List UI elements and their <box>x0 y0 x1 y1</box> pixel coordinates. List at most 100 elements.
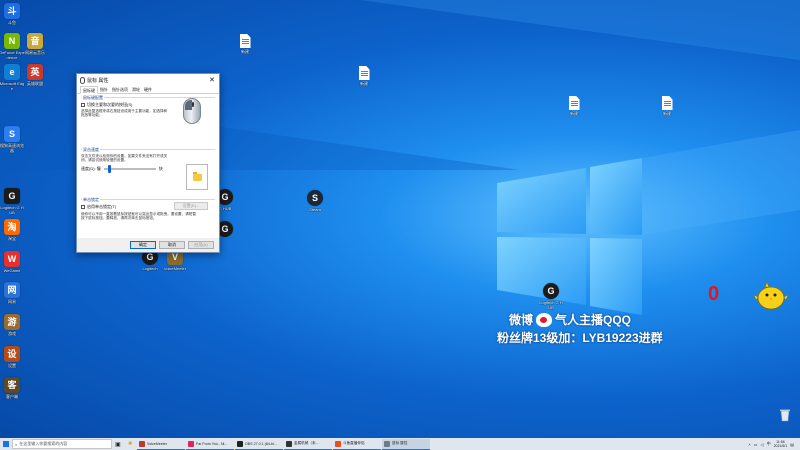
taskbar-app[interactable]: 金属机械（未... <box>284 439 332 450</box>
taskbar-app-label: 斗鱼直播伴侣 <box>343 441 365 445</box>
spreadsheet-file-icon <box>358 66 370 80</box>
taskbar: ⌕ 在这里输入你要搜索的内容 ▣ ■ VoiceMeeter Far From Y… <box>0 438 800 450</box>
recycle-bin-icon[interactable] <box>779 408 791 422</box>
logo-pane-tr <box>590 158 642 235</box>
app-b-icon: 英 <box>27 64 43 80</box>
desktop-file-3[interactable]: 新建 <box>561 96 587 116</box>
folder-icon <box>192 171 202 181</box>
tab-pointer-options[interactable]: 指针选项 <box>110 86 130 93</box>
dialog-titlebar[interactable]: 鼠标 属性 ✕ <box>77 74 219 86</box>
notification-icon[interactable]: ▤ <box>790 442 794 447</box>
weibo-label: 微博 <box>509 313 534 327</box>
taskbar-app[interactable]: OBS 27.0.1 (64-bi... <box>235 439 283 450</box>
desktop-icon-label: WeGame <box>3 268 21 273</box>
dialog-title: 鼠标 属性 <box>87 77 109 84</box>
game3-icon: 客 <box>4 377 20 393</box>
spreadsheet-file-icon <box>239 34 251 48</box>
logitech-icon: G <box>543 283 559 299</box>
taskbar-app-label: Far From You - Ni... <box>196 441 228 446</box>
taskbar-app[interactable]: Far From You - Ni... <box>186 439 234 450</box>
taskbar-app[interactable]: VoiceMeeter <box>137 439 185 450</box>
desktop-icon-sogou[interactable]: S 搜狗高速浏览器 <box>0 126 25 153</box>
taskbar-app-label: OBS 27.0.1 (64-bi... <box>245 441 277 446</box>
cancel-button[interactable]: 取消 <box>159 241 185 249</box>
counter-overlay: 0 <box>708 283 720 305</box>
task-view-icon[interactable]: ▣ <box>112 438 124 450</box>
desktop-icon-game2[interactable]: 设设置 <box>0 346 25 368</box>
desktop-icon-netbar[interactable]: 网网易 <box>0 282 25 304</box>
doudian-icon: 斗 <box>4 3 20 19</box>
tab-buttons[interactable]: 鼠标键 <box>80 86 98 94</box>
game2-icon: 设 <box>4 346 20 362</box>
double-click-desc: 双击文件夹以检测你的设置。如果文件夹没有打开或关闭，请尝试使用较慢的设置。 <box>81 154 168 163</box>
taskbar-app[interactable]: 斗鱼直播伴侣 <box>333 439 381 450</box>
chevron-up-icon[interactable]: ˄ <box>748 442 750 447</box>
tab-hardware[interactable]: 硬件 <box>142 86 154 93</box>
mouse-properties-dialog[interactable]: 鼠标 属性 ✕ 鼠标键 指针 指针选项 滑轮 硬件 鼠标键配置 切换主要和次要的… <box>76 73 220 253</box>
dialog-footer: 确定 取消 应用(A) <box>77 238 219 252</box>
click-lock-group: 单击锁定 启用单击锁定(T) 设置(E)... 使你可以不用一直按着鼠标按钮就可… <box>81 197 215 239</box>
taskbar-app[interactable]: 鼠标 属性 <box>382 438 430 450</box>
desktop-icon-steam[interactable]: S Steam <box>302 190 328 212</box>
spreadsheet-file-icon <box>568 96 580 110</box>
desktop-icon-app-a[interactable]: 音网易云音乐 <box>22 33 48 55</box>
desktop-icon-label: 客户端 <box>6 394 18 399</box>
click-lock-settings-button[interactable]: 设置(E)... <box>174 202 208 210</box>
taskbar-app-label: 金属机械（未... <box>294 441 319 445</box>
desktop-icon-game3[interactable]: 客客户端 <box>0 377 25 399</box>
file-explorer-icon[interactable]: ■ <box>124 438 136 450</box>
switch-buttons-checkbox[interactable] <box>81 102 85 107</box>
close-button[interactable]: ✕ <box>205 76 219 84</box>
desktop-icon-label: 搜狗高速浏览器 <box>0 143 24 153</box>
weibo-logo-icon <box>536 312 553 327</box>
speed-fast-label: 快 <box>158 165 163 171</box>
app-icon <box>286 440 292 447</box>
desktop-icon-wegame[interactable]: W WeGame <box>0 251 25 273</box>
taskbar-search[interactable]: ⌕ 在这里输入你要搜索的内容 <box>12 439 112 449</box>
desktop-icon-logitech[interactable]: G Logitech G HUB <box>0 188 25 215</box>
double-click-test-area[interactable] <box>186 164 208 190</box>
double-click-group: 双击速度 双击文件夹以检测你的设置。如果文件夹没有打开或关闭，请尝试使用较慢的设… <box>81 147 215 195</box>
edge-icon: e <box>4 64 20 80</box>
mouse-icon <box>80 76 85 84</box>
input-language[interactable]: 中 <box>767 441 771 447</box>
group-title: 双击速度 <box>82 147 100 153</box>
button-config-desc: 选择此复选框来将右按钮设成用于主要功能，如选择和拖放等功能。 <box>81 109 168 118</box>
logo-pane-br <box>590 238 642 315</box>
netbar-icon: 网 <box>4 282 20 298</box>
speed-slow-label: 速度(D): 慢 <box>81 165 101 171</box>
desktop-icon-label: 设置 <box>8 363 16 368</box>
desktop-icon-game1[interactable]: 游游戏 <box>0 314 25 336</box>
group-title: 单击锁定 <box>82 197 100 203</box>
group-title: 鼠标键配置 <box>82 95 104 101</box>
apply-button[interactable]: 应用(A) <box>188 241 214 249</box>
desktop-icon-taobao[interactable]: 淘淘宝 <box>0 219 25 241</box>
click-lock-checkbox[interactable] <box>81 204 85 209</box>
tab-wheel[interactable]: 滑轮 <box>130 86 142 93</box>
mouse-illustration-icon <box>183 98 201 124</box>
network-icon[interactable]: ▭ <box>754 442 758 447</box>
desktop-icon-logitech-right[interactable]: G Logitech G HUB <box>538 283 564 310</box>
app-icon <box>335 440 341 447</box>
desktop-file-2[interactable]: 新建 <box>351 66 377 86</box>
start-button[interactable] <box>0 438 12 450</box>
game1-icon: 游 <box>4 314 20 330</box>
ok-button[interactable]: 确定 <box>130 241 156 249</box>
desktop-file-4[interactable]: 新建 <box>654 96 680 116</box>
app-icon <box>188 440 194 447</box>
click-lock-desc: 使你可以不用一直按着鼠标按钮就可以突出显示或拖曳。要设置，请短暂按下鼠标按钮。要… <box>81 212 196 221</box>
app-a-icon: 音 <box>27 33 43 49</box>
desktop-icon-doudian[interactable]: 斗斗鱼 <box>0 3 25 25</box>
search-icon: ⌕ <box>15 441 18 447</box>
wegame-icon: W <box>4 251 20 267</box>
slider-thumb[interactable] <box>107 164 111 173</box>
tab-pointers[interactable]: 指针 <box>98 86 110 93</box>
volume-icon[interactable]: ◁ <box>761 442 764 447</box>
desktop-icon-label: 英雄联盟 <box>27 81 43 86</box>
double-click-speed-slider[interactable] <box>103 164 156 173</box>
desktop-file-1[interactable]: 新建 <box>232 34 258 54</box>
logo-pane-tl <box>497 168 586 234</box>
app-icon <box>237 440 243 447</box>
clock[interactable]: 11:56 2021/6/1 <box>774 440 788 448</box>
desktop-icon-app-b[interactable]: 英英雄联盟 <box>22 64 48 86</box>
